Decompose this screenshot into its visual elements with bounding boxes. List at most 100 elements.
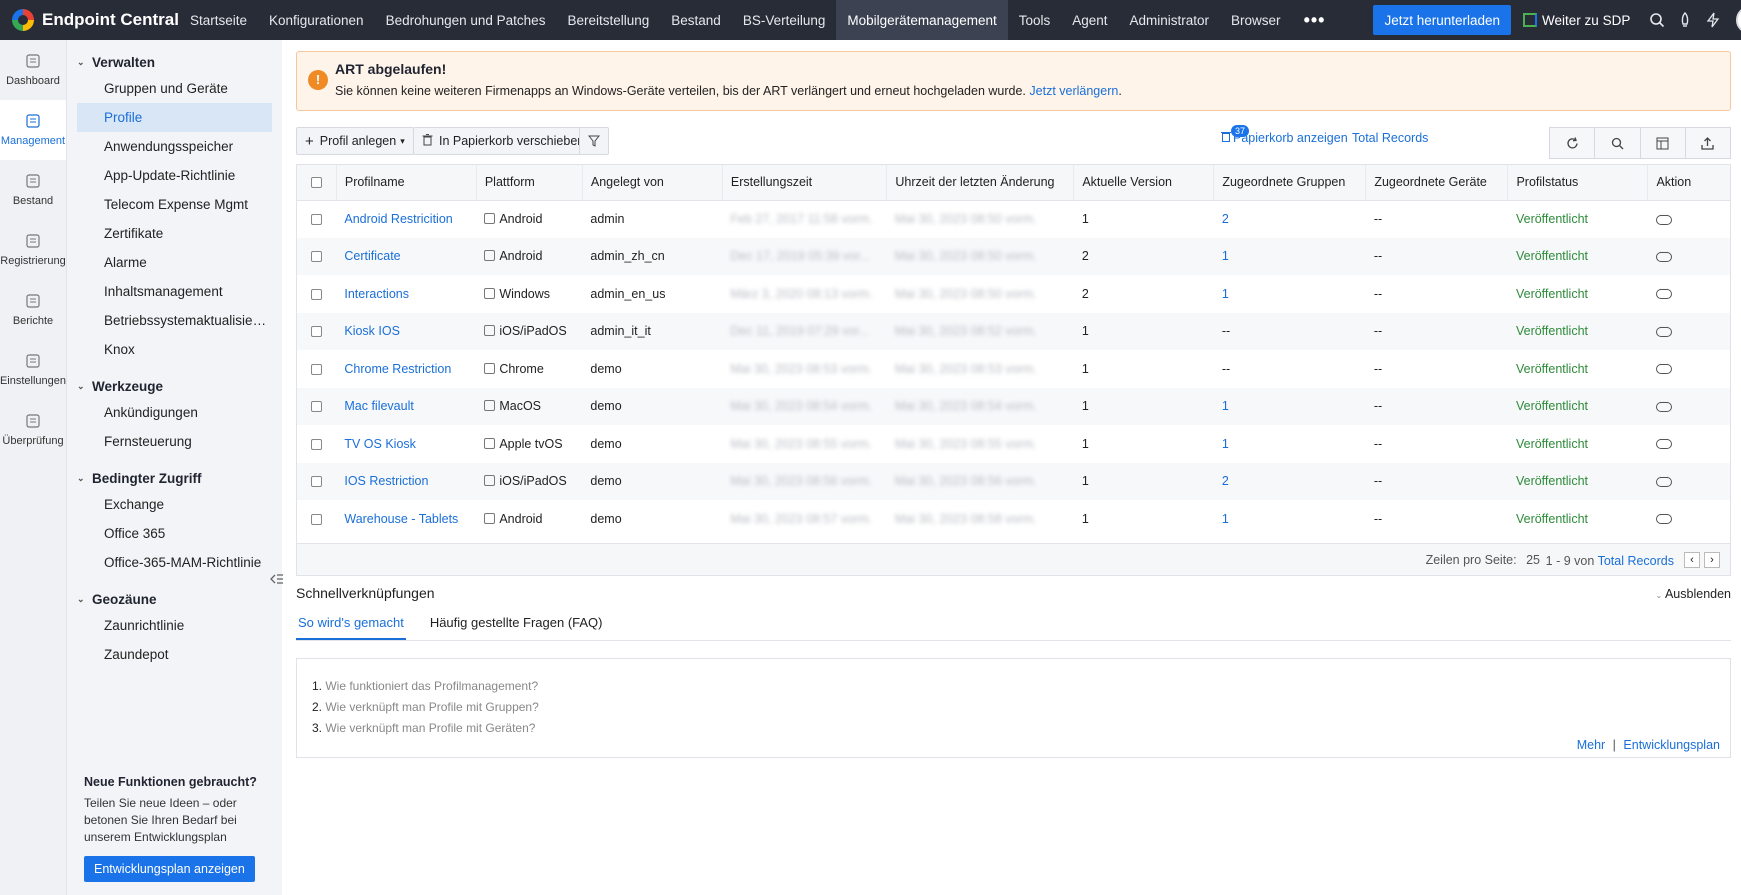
sidebar-item[interactable]: Zaunrichtlinie (77, 611, 272, 640)
groups-cell[interactable]: 1 (1222, 437, 1229, 451)
rail-item-dashboard[interactable]: Dashboard (0, 40, 66, 100)
rail-item-registrierung[interactable]: Registrierung (0, 220, 66, 280)
column-header[interactable]: Profilstatus (1507, 165, 1648, 201)
profile-name-link[interactable]: Chrome Restriction (344, 362, 451, 376)
rail-item-berichte[interactable]: Berichte (0, 280, 66, 340)
create-profile-button[interactable]: + Profil anlegen ▾ (296, 127, 414, 155)
sidebar-item[interactable]: Profile (77, 103, 272, 132)
groups-cell[interactable]: 2 (1222, 212, 1229, 226)
more-actions-icon[interactable] (1655, 284, 1672, 300)
nav-item-startseite[interactable]: Startseite (179, 0, 258, 40)
renew-link[interactable]: Jetzt verlängern (1029, 84, 1118, 98)
nav-item-konfigurationen[interactable]: Konfigurationen (258, 0, 375, 40)
rows-per-page[interactable]: Zeilen pro Seite: 25 (1426, 553, 1540, 567)
download-button[interactable]: Jetzt herunterladen (1373, 5, 1512, 35)
groups-cell[interactable]: 1 (1222, 399, 1229, 413)
more-actions-icon[interactable] (1655, 322, 1672, 337)
table-row[interactable]: TV OS Kiosk Apple tvOS demo Mai 30, 2023 08… (297, 425, 1730, 463)
rocket-icon[interactable] (1672, 7, 1698, 33)
more-actions-icon[interactable] (1655, 247, 1672, 262)
groups-cell[interactable]: 1 (1222, 249, 1229, 263)
filter-icon[interactable] (579, 127, 609, 155)
search-icon[interactable] (1644, 7, 1670, 33)
column-header[interactable]: Zugeordnete Geräte (1365, 165, 1508, 201)
show-trash-link[interactable]: 37 Papierkorb anzeigen (1221, 125, 1348, 145)
row-checkbox[interactable] (311, 513, 322, 525)
column-header[interactable]: Aktion (1647, 165, 1730, 201)
more-actions-icon[interactable] (1655, 434, 1672, 450)
table-row[interactable]: Chrome Restriction Chrome demo Mai 30, 2023… (297, 350, 1730, 388)
user-avatar[interactable] (1736, 6, 1741, 34)
sidebar-item[interactable]: Office 365 (77, 519, 272, 548)
move-to-trash-button[interactable]: In Papierkorb verschieben (413, 127, 594, 155)
row-checkbox[interactable] (311, 288, 322, 300)
more-actions-icon[interactable] (1655, 210, 1672, 225)
column-header[interactable]: Angelegt von (581, 165, 723, 201)
profile-name-link[interactable]: Certificate (344, 249, 400, 263)
profile-name-link[interactable]: Warehouse - Tablets (344, 512, 458, 526)
export-icon[interactable] (1686, 128, 1730, 158)
profile-name-link[interactable]: Kiosk IOS (344, 324, 400, 338)
sidebar-item[interactable]: Knox (77, 335, 272, 364)
how-to-link[interactable]: Wie funktioniert das Profilmanagement? (325, 679, 538, 693)
groups-cell[interactable]: 1 (1222, 287, 1229, 301)
rail-item-management[interactable]: Management (0, 100, 66, 160)
nav-item-agent[interactable]: Agent (1061, 0, 1118, 40)
table-row[interactable]: Interactions Windows admin_en_us März 3, 20… (297, 275, 1730, 313)
how-to-link[interactable]: Wie verknüpft man Profile mit Gruppen? (325, 700, 538, 714)
total-records-link[interactable]: Total Records (1352, 131, 1428, 145)
groups-cell[interactable]: 1 (1222, 512, 1229, 526)
prev-page-button[interactable]: ‹ (1684, 552, 1700, 568)
select-all-checkbox[interactable] (311, 177, 322, 189)
rows-per-page-value[interactable]: 25 (1526, 553, 1540, 567)
rail-item-bestand[interactable]: Bestand (0, 160, 66, 220)
table-row[interactable]: Mac filevault MacOS demo Mai 30, 2023 08:54… (297, 387, 1730, 425)
row-checkbox[interactable] (311, 214, 322, 226)
more-actions-icon[interactable] (1655, 359, 1672, 375)
column-header[interactable]: Plattform (475, 165, 583, 201)
roadmap-button[interactable]: Entwicklungsplan anzeigen (84, 856, 255, 882)
roadmap-link[interactable]: Entwicklungsplan (1623, 738, 1720, 752)
table-row[interactable]: Warehouse - Tablets Android demo Mai 30, 20… (297, 500, 1730, 538)
profile-name-link[interactable]: Interactions (344, 287, 409, 301)
profile-name-link[interactable]: IOS Restriction (344, 474, 428, 488)
table-row[interactable]: Android Restricition Android admin Feb 27, … (297, 200, 1730, 238)
nav-item-bs-verteilung[interactable]: BS-Verteilung (732, 0, 837, 40)
sidebar-item[interactable]: Zertifikate (77, 219, 272, 248)
sidebar-item[interactable]: Anwendungsspeicher (77, 132, 272, 161)
sdp-link[interactable]: Weiter zu SDP (1523, 13, 1630, 28)
how-to-link[interactable]: Wie verknüpft man Profile mit Geräten? (325, 721, 535, 735)
row-checkbox[interactable] (311, 438, 322, 450)
how-to-item[interactable]: 2. Wie verknüpft man Profile mit Gruppen… (312, 697, 539, 718)
column-settings-icon[interactable] (1641, 128, 1686, 158)
more-actions-icon[interactable] (1655, 472, 1672, 487)
sidebar-item[interactable]: Alarme (77, 248, 272, 277)
nav-item-tools[interactable]: Tools (1008, 0, 1062, 40)
row-checkbox[interactable] (311, 401, 322, 413)
next-page-button[interactable]: › (1704, 552, 1720, 568)
how-to-item[interactable]: 1. Wie funktioniert das Profilmanagement… (312, 676, 539, 697)
row-checkbox[interactable] (311, 476, 322, 488)
page-total-records-link[interactable]: Total Records (1598, 554, 1674, 568)
more-link[interactable]: Mehr (1577, 738, 1605, 752)
sidebar-item[interactable]: Fernsteuerung (77, 427, 272, 456)
sidebar-item[interactable]: Gruppen und Geräte (77, 74, 272, 103)
sidebar-item[interactable]: Inhaltsmanagement (77, 277, 272, 306)
table-row[interactable]: Kiosk IOS iOS/iPadOS admin_it_it Dec 11, 20… (297, 312, 1730, 350)
sidebar-item[interactable]: Zaundepot (77, 640, 272, 669)
tab-how-to[interactable]: So wird's gemacht (296, 613, 406, 640)
how-to-item[interactable]: 3. Wie verknüpft man Profile mit Geräten… (312, 718, 539, 739)
more-actions-icon[interactable] (1655, 509, 1672, 525)
nav-item-bedrohungen-und-patches[interactable]: Bedrohungen und Patches (375, 0, 557, 40)
more-actions-icon[interactable] (1655, 397, 1672, 412)
nav-item-bereitstellung[interactable]: Bereitstellung (556, 0, 660, 40)
sidebar-item[interactable]: Office-365-MAM-Richtlinie (77, 548, 272, 577)
sidebar-item[interactable]: Betriebssystemaktualisierung... (77, 306, 272, 335)
sidebar-section-title[interactable]: ⌄ Bedingter Zugriff (67, 466, 282, 490)
column-header[interactable]: Zugeordnete Gruppen (1213, 165, 1366, 201)
row-checkbox[interactable] (311, 326, 322, 338)
table-search-icon[interactable] (1595, 128, 1641, 158)
sidebar-section-title[interactable]: ⌄ Verwalten (67, 50, 282, 74)
sidebar-item[interactable]: Telecom Expense Mgmt (77, 190, 272, 219)
refresh-icon[interactable] (1550, 128, 1596, 158)
